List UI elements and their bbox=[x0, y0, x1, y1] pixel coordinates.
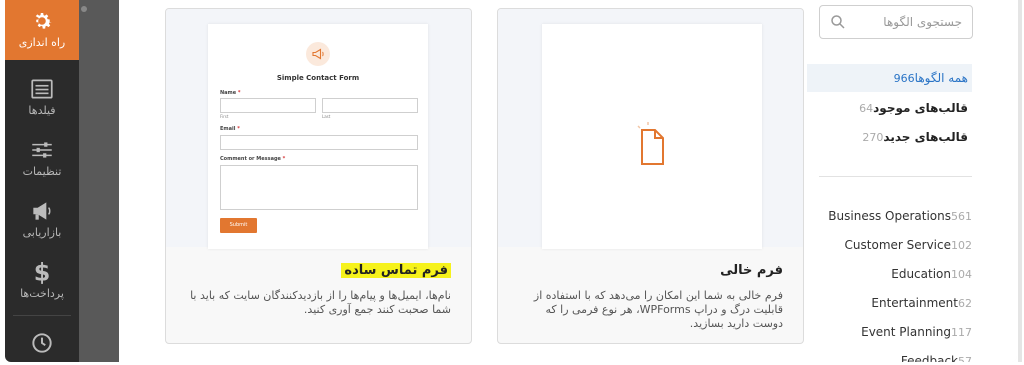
sidebar-item-label: پرداخت‌ها bbox=[20, 287, 64, 300]
template-preview bbox=[498, 9, 803, 249]
template-description: فرم خالی به شما این امکان را می‌دهد که ب… bbox=[533, 289, 783, 330]
sliders-icon bbox=[32, 142, 52, 158]
category-count: 561 bbox=[951, 210, 972, 223]
preview-first-sublabel: First bbox=[220, 114, 229, 119]
category-name: قالب‌های جدید bbox=[883, 130, 968, 144]
preview-email-label: Email * bbox=[220, 126, 240, 132]
category-business-operations[interactable]: Business Operations561 bbox=[819, 202, 972, 230]
category-name: Customer Service bbox=[844, 238, 951, 252]
gutter-dot bbox=[81, 6, 87, 12]
category-feedback[interactable]: Feedback57 bbox=[819, 347, 972, 362]
preview-email-text: Email bbox=[220, 126, 236, 132]
preview-comment-box bbox=[220, 165, 418, 210]
preview-form-title: Simple Contact Form bbox=[276, 74, 360, 82]
sidebar-item-payments[interactable]: $ پرداخت‌ها bbox=[5, 251, 79, 311]
category-name: Education bbox=[891, 267, 951, 281]
category-education[interactable]: Education104 bbox=[819, 260, 972, 288]
history-icon bbox=[32, 333, 52, 353]
category-entertainment[interactable]: Entertainment62 bbox=[819, 289, 972, 317]
form-preview-paper: Simple Contact Form Name * First Last Em… bbox=[208, 24, 428, 249]
category-count: 102 bbox=[951, 239, 972, 252]
sidebar-item-label: فیلدها bbox=[28, 104, 56, 117]
blank-preview-paper bbox=[542, 24, 762, 249]
category-name: قالب‌های موجود bbox=[873, 101, 968, 115]
category-count: 62 bbox=[958, 297, 972, 310]
category-all-templates[interactable]: همه الگوها966 bbox=[807, 64, 972, 92]
category-name: Feedback bbox=[900, 354, 958, 362]
dollar-icon: $ bbox=[34, 259, 51, 285]
sidebar-item-fields[interactable]: فیلدها bbox=[5, 68, 79, 128]
category-count: 57 bbox=[958, 355, 972, 362]
required-mark: * bbox=[282, 156, 286, 162]
category-count: 64 bbox=[859, 102, 874, 115]
category-name: همه الگوها bbox=[914, 71, 968, 85]
builder-panel-gutter bbox=[79, 0, 119, 362]
preview-name-label: Name * bbox=[220, 90, 241, 96]
blank-document-icon bbox=[637, 122, 664, 165]
sidebar-item-label: راه اندازی bbox=[18, 36, 66, 49]
template-title-highlight: فرم تماس ساده bbox=[341, 263, 451, 278]
preview-last-sublabel: Last bbox=[322, 114, 331, 119]
megaphone-icon bbox=[33, 202, 51, 220]
category-name: Entertainment bbox=[871, 296, 958, 310]
search-placeholder: جستجوی الگوها bbox=[883, 15, 962, 29]
sidebar-item-settings[interactable]: تنظیمات bbox=[5, 129, 79, 189]
required-mark: * bbox=[237, 126, 240, 132]
category-available-templates[interactable]: قالب‌های موجود64 bbox=[807, 94, 972, 122]
category-count: 117 bbox=[951, 326, 972, 339]
sidebar-item-revisions[interactable] bbox=[5, 322, 79, 362]
template-preview: Simple Contact Form Name * First Last Em… bbox=[166, 9, 471, 249]
builder-sidebar: راه اندازی فیلدها تنظیمات بازاریابی $ پر… bbox=[5, 0, 79, 362]
template-description: نام‌ها، ایمیل‌ها و پیام‌ها را از بازدیدک… bbox=[190, 289, 451, 316]
sidebar-divider bbox=[13, 315, 71, 316]
gear-icon bbox=[35, 12, 52, 29]
template-card-simple-contact[interactable]: Simple Contact Form Name * First Last Em… bbox=[165, 8, 472, 344]
category-count: 104 bbox=[951, 268, 972, 281]
page-scrollbar[interactable] bbox=[1018, 0, 1022, 362]
sidebar-item-label: تنظیمات bbox=[22, 165, 62, 178]
search-icon bbox=[831, 15, 845, 29]
svg-text:$: $ bbox=[34, 259, 51, 285]
preview-comment-label: Comment or Message * bbox=[220, 156, 285, 162]
preview-email-box bbox=[220, 135, 418, 150]
preview-first-name-box bbox=[220, 98, 316, 113]
megaphone-icon bbox=[306, 42, 330, 66]
preview-name-text: Name bbox=[220, 90, 237, 96]
template-title: فرم خالی bbox=[720, 263, 783, 278]
required-mark: * bbox=[237, 90, 241, 96]
fields-list-icon bbox=[31, 79, 53, 99]
category-divider bbox=[819, 176, 972, 177]
template-card-blank[interactable]: فرم خالی فرم خالی به شما این امکان را می… bbox=[497, 8, 804, 344]
preview-comment-text: Comment or Message bbox=[220, 156, 281, 162]
template-title: فرم تماس ساده bbox=[341, 263, 451, 278]
category-count: 966 bbox=[893, 72, 915, 85]
category-customer-service[interactable]: Customer Service102 bbox=[819, 231, 972, 259]
template-gallery: Simple Contact Form Name * First Last Em… bbox=[119, 0, 1017, 362]
sidebar-item-marketing[interactable]: بازاریابی bbox=[5, 190, 79, 250]
builder-window: راه اندازی فیلدها تنظیمات بازاریابی $ پر… bbox=[5, 0, 1017, 362]
category-count: 270 bbox=[862, 131, 884, 144]
sidebar-item-label: بازاریابی bbox=[22, 226, 62, 239]
template-search-input[interactable]: جستجوی الگوها bbox=[819, 5, 973, 39]
sidebar-item-setup[interactable]: راه اندازی bbox=[5, 0, 79, 60]
preview-last-name-box bbox=[322, 98, 418, 113]
preview-submit-button: Submit bbox=[220, 218, 257, 233]
category-name: Business Operations bbox=[828, 209, 951, 223]
category-new-templates[interactable]: قالب‌های جدید270 bbox=[807, 123, 972, 151]
category-event-planning[interactable]: Event Planning117 bbox=[819, 318, 972, 346]
category-name: Event Planning bbox=[861, 325, 951, 339]
